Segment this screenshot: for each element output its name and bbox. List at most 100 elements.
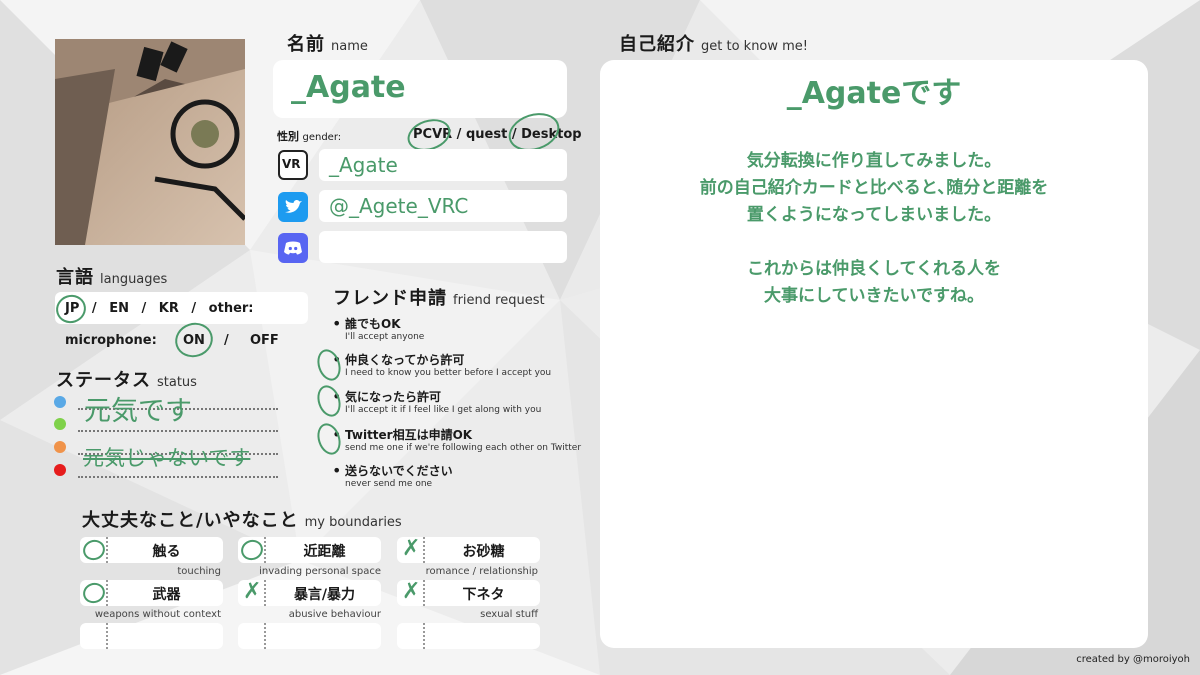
boundary-empty-2 <box>238 623 381 649</box>
gender-label-jp: 性別 <box>277 130 299 143</box>
microphone-row: microphone: <box>65 333 157 348</box>
intro-line-3: 置くようになってしまいました。 <box>746 205 1002 225</box>
platform-quest: quest <box>465 127 508 142</box>
intro-heading: 自己紹介 get to know me! <box>619 30 808 56</box>
intro-line-4: これからは仲良くしてくれる人を <box>747 259 1001 279</box>
lang-other: other: <box>208 301 254 316</box>
platform-sep-1: / <box>456 127 462 142</box>
boundary-abuse-label: 暴言/暴力 <box>293 587 356 603</box>
status-line-4 <box>78 476 278 478</box>
boundary-personal-space-label: 近距離 <box>303 544 346 560</box>
languages-heading: 言語 languages <box>56 263 167 289</box>
ok-mark <box>80 536 108 564</box>
lang-en: EN <box>109 301 129 316</box>
intro-body: 気分転換に作り直してみました。 前の自己紹介カードと比べると､随分と距離を 置く… <box>600 148 1148 310</box>
mic-sep: / <box>224 333 229 348</box>
ng-mark: ✗ <box>402 536 421 561</box>
gender-label: 性別 gender: <box>277 128 341 144</box>
boundary-romance-check: ✗ <box>397 536 425 563</box>
boundary-weapons: 武器 <box>80 579 223 607</box>
ok-mark <box>238 536 266 564</box>
lang-sep-2: / <box>141 301 147 316</box>
name-heading-jp: 名前 <box>287 34 325 55</box>
name-heading: 名前 name <box>287 30 368 56</box>
name-field: _Agate <box>273 60 567 118</box>
boundary-touching-check <box>80 536 108 564</box>
boundary-empty-1 <box>80 623 223 649</box>
friend-option-know-better-en: I need to know you better before I accep… <box>345 368 552 378</box>
boundary-sexual-check: ✗ <box>397 579 425 606</box>
boundaries-heading: 大丈夫なこと/いやなこと my boundaries <box>82 506 402 532</box>
boundary-empty-3-check <box>397 623 425 649</box>
gender-label-en: gender: <box>302 132 342 143</box>
intro-line-5: 大事にしていきたいですね。 <box>764 286 984 306</box>
name-value: _Agate <box>291 70 406 105</box>
boundary-sexual-label: 下ネタ <box>462 587 505 603</box>
friend-option-never: 送らないでください never send me one <box>332 461 453 489</box>
status-dot-red <box>54 464 66 476</box>
name-heading-en: name <box>331 39 368 54</box>
twitter-icon <box>278 192 308 222</box>
boundary-abuse-check: ✗ <box>238 579 266 606</box>
boundary-abuse-caption: abusive behaviour <box>288 609 381 620</box>
status-dot-blue <box>54 396 66 408</box>
intro-line-1: 気分転換に作り直してみました。 <box>746 151 1002 171</box>
boundary-touching-caption: touching <box>177 566 221 577</box>
ok-mark <box>80 579 108 607</box>
intro-panel: _Agateです 気分転換に作り直してみました。 前の自己紹介カードと比べると､… <box>600 60 1148 648</box>
boundary-touching: 触る <box>80 536 223 564</box>
boundary-empty-3 <box>397 623 540 649</box>
ng-mark: ✗ <box>243 579 262 604</box>
friend-option-anyone-en: I'll accept anyone <box>345 332 425 342</box>
boundary-romance: ✗ お砂糖 <box>397 536 540 563</box>
friend-option-never-jp: 送らないでください <box>345 464 453 478</box>
lang-sep-3: / <box>191 301 197 316</box>
boundary-weapons-check <box>80 579 108 607</box>
boundary-personal-space-check <box>238 536 266 564</box>
boundary-empty-1-check <box>80 623 108 649</box>
boundary-romance-caption: romance / relationship <box>425 566 538 577</box>
boundary-weapons-label: 武器 <box>152 587 181 603</box>
friend-option-twitter-mutual-jp: Twitter相互は申請OK <box>345 428 473 442</box>
friend-option-anyone: 誰でもOK I'll accept anyone <box>332 314 425 342</box>
boundary-sexual: ✗ 下ネタ <box>397 579 540 606</box>
twitter-handle-field: @_Agete_VRC <box>319 190 567 222</box>
boundaries-heading-jp: 大丈夫なこと/いやなこと <box>82 510 299 531</box>
friend-option-get-along-en: I'll accept it if I feel like I get alon… <box>345 405 542 415</box>
boundary-empty-2-check <box>238 623 266 649</box>
discord-icon <box>278 233 308 263</box>
boundaries-heading-en: my boundaries <box>304 515 402 530</box>
ng-mark: ✗ <box>402 579 421 604</box>
friend-request-heading: フレンド申請 friend request <box>333 284 545 310</box>
friend-option-know-better: 仲良くなってから許可 I need to know you better bef… <box>332 350 552 378</box>
twitter-handle-value: @_Agete_VRC <box>329 194 469 218</box>
friend-request-heading-en: friend request <box>453 293 545 308</box>
status-line-2 <box>78 430 278 432</box>
vrchat-id-value: _Agate <box>329 153 398 177</box>
languages-options: JP / EN / KR / other: <box>65 301 254 316</box>
boundary-weapons-caption: weapons without context <box>94 609 221 620</box>
boundary-abuse: ✗ 暴言/暴力 <box>238 579 381 606</box>
boundary-romance-label: お砂糖 <box>462 544 505 560</box>
friend-request-heading-jp: フレンド申請 <box>333 288 447 309</box>
languages-heading-en: languages <box>100 272 168 287</box>
boundary-personal-space: 近距離 <box>238 536 381 564</box>
status-not-fine-text: 元気じゃないです <box>83 446 251 470</box>
friend-option-know-better-jp: 仲良くなってから許可 <box>345 353 465 367</box>
intro-heading-en: get to know me! <box>701 39 809 54</box>
lang-sep-1: / <box>91 301 97 316</box>
status-dot-orange <box>54 441 66 453</box>
intro-line-2: 前の自己紹介カードと比べると､随分と距離を <box>699 178 1049 198</box>
friend-option-never-en: never send me one <box>345 479 433 489</box>
friend-option-twitter-mutual-en: send me one if we're following each othe… <box>345 443 582 453</box>
avatar <box>55 39 245 245</box>
boundary-personal-space-caption: invading personal space <box>259 566 381 577</box>
vr-icon: VR <box>278 150 308 180</box>
boundary-touching-label: 触る <box>152 544 181 560</box>
discord-id-field <box>319 231 567 263</box>
status-dot-green <box>54 418 66 430</box>
languages-heading-jp: 言語 <box>56 267 94 288</box>
status-fine-text: 元気です <box>84 396 192 427</box>
status-heading-en: status <box>157 375 197 390</box>
friend-option-get-along: 気になったら許可 I'll accept it if I feel like I… <box>332 387 542 415</box>
